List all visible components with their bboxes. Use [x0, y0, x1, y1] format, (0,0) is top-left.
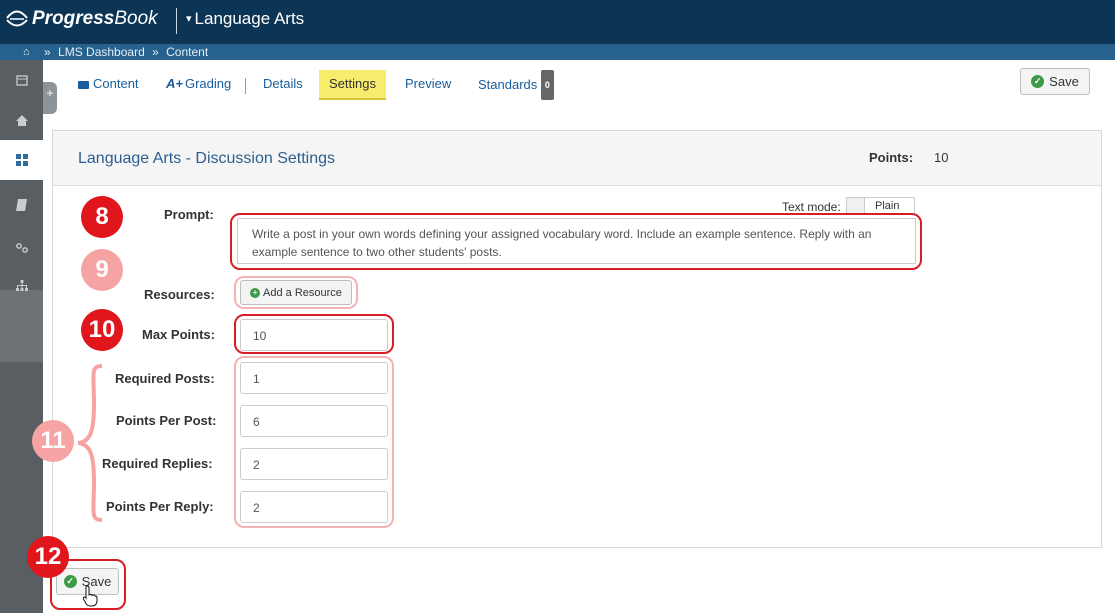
prompt-label: Prompt: — [164, 207, 214, 222]
required-replies-label: Required Replies: — [102, 456, 213, 471]
breadcrumb-item-content[interactable]: Content — [166, 45, 208, 59]
text-mode-label: Text mode: — [782, 200, 841, 214]
points-value: 10 — [934, 150, 949, 165]
standards-count-badge: 0 — [540, 70, 554, 100]
calendar-glyph — [15, 75, 28, 86]
link-glyph — [15, 243, 28, 253]
tab-content[interactable]: Content — [78, 70, 139, 100]
points-label: Points: — [869, 150, 914, 165]
progressbook-logo[interactable]: ProgressBook — [6, 8, 158, 30]
grid-glyph — [15, 154, 28, 166]
breadcrumb-separator: » — [152, 45, 159, 59]
callout-11: 11 — [32, 420, 74, 462]
callout-9: 9 — [81, 249, 123, 291]
breadcrumb-separator: » — [44, 45, 51, 59]
left-rail — [0, 60, 43, 613]
sitemap-glyph — [15, 279, 28, 291]
resources-label: Resources: — [144, 287, 215, 302]
brace-icon — [77, 364, 103, 522]
calendar-icon[interactable] — [0, 60, 43, 100]
header-divider — [176, 8, 177, 34]
prompt-highlight — [230, 213, 922, 270]
house-glyph — [15, 114, 28, 126]
save-button-top-label: Save — [1049, 74, 1079, 89]
panel-title: Language Arts - Discussion Settings — [78, 150, 336, 167]
tab-preview-label: Preview — [405, 76, 452, 91]
save-button-top[interactable]: ✓ Save — [1020, 68, 1090, 95]
top-header: ProgressBook ▾ Language Arts — [0, 0, 1115, 44]
max-points-label: Max Points: — [142, 327, 215, 342]
book-glyph — [16, 199, 27, 211]
tab-standards-label: Standards — [478, 77, 538, 92]
grade-icon: A+ — [166, 76, 183, 91]
callout-12: 12 — [27, 536, 69, 578]
tab-divider — [245, 78, 246, 94]
tab-grading[interactable]: A+ Grading — [166, 70, 231, 100]
course-selector-label: Language Arts — [194, 9, 305, 28]
points-per-reply-label: Points Per Reply: — [106, 499, 214, 514]
resources-highlight — [234, 276, 358, 309]
tab-standards[interactable]: Standards 0 — [478, 70, 554, 100]
link-icon[interactable] — [0, 228, 43, 268]
plus-icon: + — [46, 86, 54, 100]
panel-header: Language Arts - Discussion Settings Poin… — [53, 131, 1101, 186]
callout-8: 8 — [81, 196, 123, 238]
course-selector[interactable]: ▾ Language Arts — [186, 9, 304, 29]
required-posts-label: Required Posts: — [115, 371, 215, 386]
tab-details[interactable]: Details — [263, 70, 303, 100]
home-rail-icon[interactable] — [0, 100, 43, 140]
progressbook-logo-icon — [6, 10, 28, 27]
home-icon[interactable]: ⌂ — [23, 44, 30, 60]
toggle-knob — [847, 198, 865, 214]
tab-settings-label: Settings — [329, 76, 376, 91]
tab-details-label: Details — [263, 76, 303, 91]
book-icon[interactable] — [0, 185, 43, 225]
points-per-post-label: Points Per Post: — [116, 413, 217, 428]
breadcrumb-item-lms-dashboard[interactable]: LMS Dashboard — [58, 45, 145, 59]
rail-expand-tab[interactable]: + — [43, 82, 57, 114]
tab-content-label: Content — [93, 76, 139, 91]
dashboard-icon[interactable] — [0, 140, 43, 180]
tab-preview[interactable]: Preview — [405, 70, 451, 100]
folder-icon — [78, 81, 89, 89]
brand-bold: Progress — [32, 8, 115, 29]
brand-light: Book — [114, 8, 158, 29]
check-circle-icon: ✓ — [1031, 75, 1045, 88]
tab-settings[interactable]: Settings — [319, 70, 386, 100]
sitemap-icon[interactable] — [0, 265, 43, 305]
posts-group-highlight — [234, 356, 394, 528]
callout-10: 10 — [81, 309, 123, 351]
breadcrumb: ⌂ » LMS Dashboard » Content — [0, 44, 1115, 60]
app-root: ProgressBook ▾ Language Arts ⌂ » LMS Dash… — [0, 0, 1115, 613]
max-points-highlight — [234, 314, 394, 354]
caret-down-icon: ▾ — [186, 13, 192, 25]
text-mode-value: Plain — [875, 200, 900, 212]
tab-grading-label: Grading — [184, 76, 232, 91]
